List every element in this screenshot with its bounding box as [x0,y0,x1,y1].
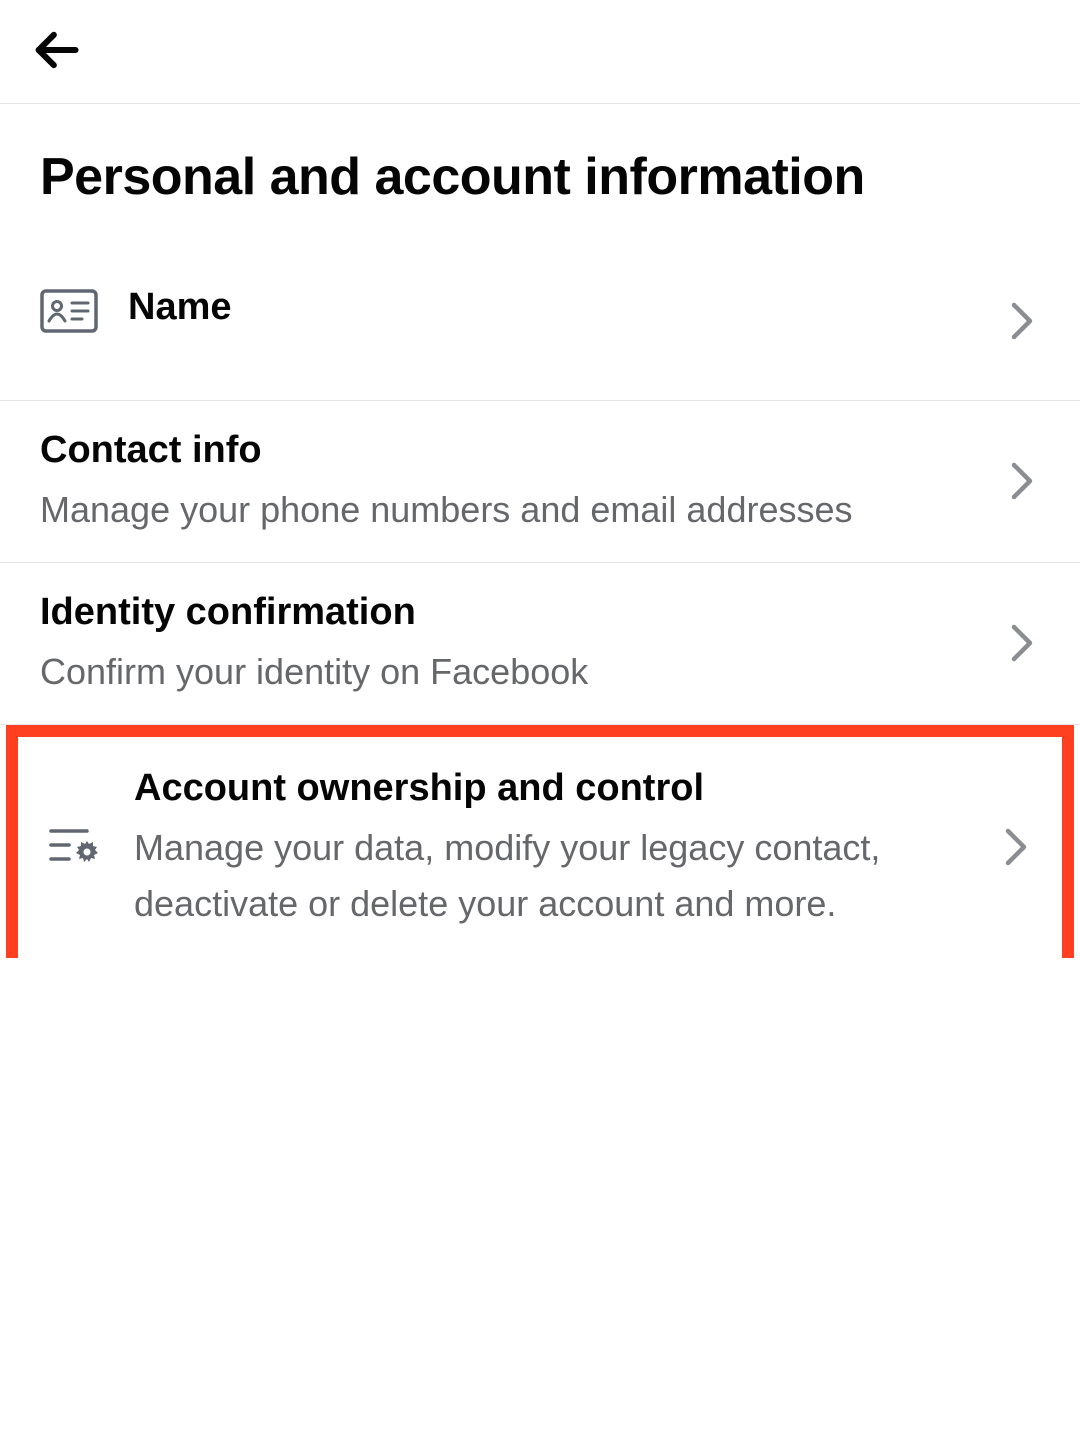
id-card-icon [40,282,98,340]
item-title: Account ownership and control [134,763,978,814]
item-title: Name [128,282,984,333]
chevron-right-icon [1004,463,1040,499]
page-title: Personal and account information [0,104,1080,262]
list-item-identity-confirmation[interactable]: Identity confirmation Confirm your ident… [0,563,1080,725]
item-content: Name [128,282,1004,333]
list-item-name[interactable]: Name [0,262,1080,401]
list-gear-icon [46,818,104,876]
chevron-right-icon [1004,625,1040,661]
item-subtitle: Confirm your identity on Facebook [40,644,984,700]
item-title: Contact info [40,425,984,476]
arrow-left-icon [30,24,82,76]
item-content: Identity confirmation Confirm your ident… [40,587,1004,700]
header-bar [0,0,1080,104]
item-content: Contact info Manage your phone numbers a… [40,425,1004,538]
item-subtitle: Manage your phone numbers and email addr… [40,482,984,538]
item-subtitle: Manage your data, modify your legacy con… [134,820,978,932]
item-content: Account ownership and control Manage you… [134,763,998,932]
item-title: Identity confirmation [40,587,984,638]
chevron-right-icon [1004,303,1040,339]
back-button[interactable] [28,22,84,78]
chevron-right-icon [998,829,1034,865]
list-item-contact-info[interactable]: Contact info Manage your phone numbers a… [0,401,1080,563]
list-item-account-ownership[interactable]: Account ownership and control Manage you… [6,725,1074,958]
